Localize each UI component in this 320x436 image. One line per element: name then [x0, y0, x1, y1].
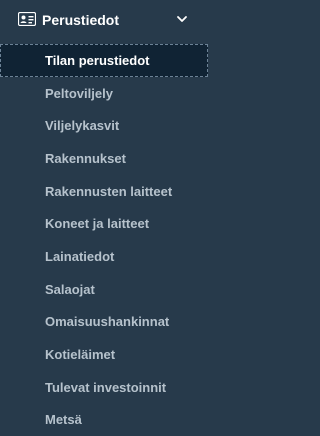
section-header-perustiedot[interactable]: Perustiedot [0, 0, 208, 40]
menu-item-metsa[interactable]: Metsä [0, 404, 208, 436]
menu-item-lainatiedot[interactable]: Lainatiedot [0, 240, 208, 273]
menu-item-salaojat[interactable]: Salaojat [0, 273, 208, 306]
menu-item-koneet-ja-laitteet[interactable]: Koneet ja laitteet [0, 207, 208, 240]
chevron-down-icon[interactable] [176, 14, 188, 24]
section-header-label: Perustiedot [42, 12, 120, 28]
menu-item-viljelykasvit[interactable]: Viljelykasvit [0, 109, 208, 142]
menu-item-peltoviljely[interactable]: Peltoviljely [0, 77, 208, 110]
menu-item-tulevat-investoinnit[interactable]: Tulevat investoinnit [0, 371, 208, 404]
menu-item-tilan-perustiedot[interactable]: Tilan perustiedot [0, 44, 208, 77]
menu-item-omaisuushankinnat[interactable]: Omaisuushankinnat [0, 306, 208, 339]
sidebar: Perustiedot Tilan perustiedot Peltovilje… [0, 0, 208, 433]
submenu: Tilan perustiedot Peltoviljely Viljelyka… [0, 44, 208, 436]
menu-item-rakennusten-laitteet[interactable]: Rakennusten laitteet [0, 175, 208, 208]
menu-item-kotielaimet[interactable]: Kotieläimet [0, 338, 208, 371]
menu-item-rakennukset[interactable]: Rakennukset [0, 142, 208, 175]
id-card-icon [18, 12, 36, 26]
